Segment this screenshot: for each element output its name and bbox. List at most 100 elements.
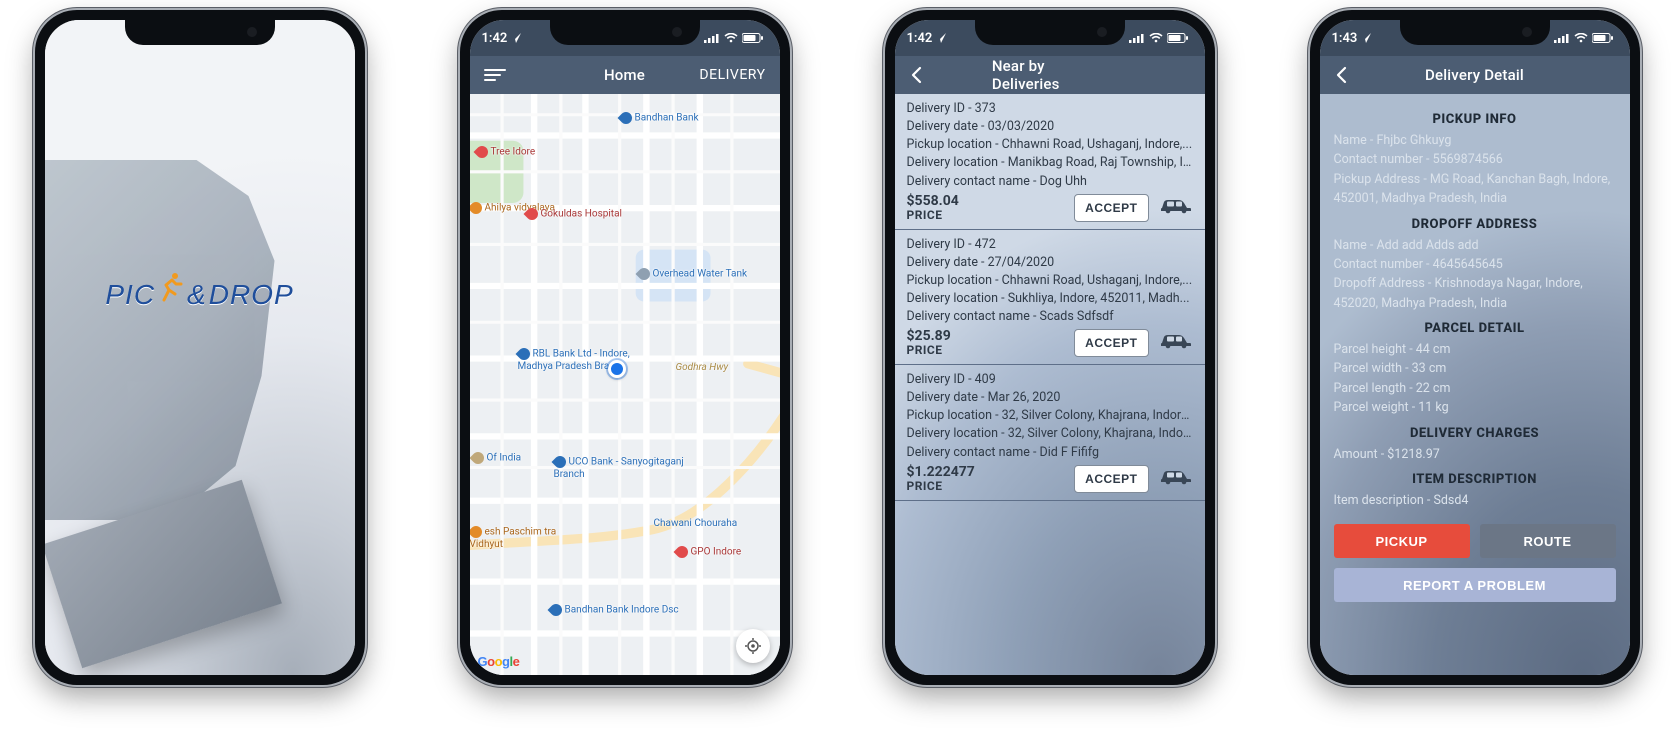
google-logo: Google [478, 654, 520, 669]
phone-deliveries: 1:42 [885, 10, 1215, 685]
accept-button[interactable]: ACCEPT [1074, 194, 1148, 222]
lbl: Delivery ID [907, 101, 965, 116]
accept-button[interactable]: ACCEPT [1074, 465, 1148, 493]
price-value: $558.04 [907, 193, 1065, 209]
battery-icon [1592, 33, 1614, 43]
logo-pic: PIC [105, 279, 155, 311]
map-poi[interactable]: Bandhan Bank Indore Dsc [550, 604, 679, 617]
status-time: 1:42 [482, 31, 508, 46]
lbl: Pickup location [907, 408, 993, 423]
car-icon [1159, 331, 1193, 355]
map-road-label: Godhra Hwy [676, 362, 729, 374]
back-button[interactable] [1334, 66, 1348, 84]
pickup-name: Name - Fhjbc Ghkuyg [1334, 131, 1616, 150]
lbl: Delivery ID [907, 372, 965, 387]
delivery-card[interactable]: Delivery ID - 409 Delivery date - Mar 26… [895, 365, 1205, 501]
price-value: $1.222477 [907, 464, 1065, 480]
item-description: Item description - Sdsd4 [1334, 491, 1616, 510]
app-header: Delivery Detail [1320, 56, 1630, 94]
map-poi[interactable]: GPO Indore [676, 546, 742, 559]
val: Sukhliya, Indore, 452011, Madh... [1008, 291, 1190, 306]
accept-button[interactable]: ACCEPT [1074, 329, 1148, 357]
pickup-address: Pickup Address - MG Road, Kanchan Bagh, … [1334, 170, 1616, 209]
notch [1400, 20, 1550, 45]
map-poi[interactable]: Chawani Chouraha [654, 518, 738, 530]
status-time: 1:43 [1332, 31, 1358, 46]
report-problem-button[interactable]: REPORT A PROBLEM [1334, 568, 1616, 602]
wifi-icon [1149, 33, 1163, 43]
cellular-icon [1129, 33, 1145, 43]
val: 373 [975, 101, 996, 116]
page-title: Delivery Detail [1425, 66, 1524, 84]
app-logo: PIC & DROP [45, 279, 355, 311]
runner-icon [157, 272, 185, 302]
battery-icon [1167, 33, 1189, 43]
page-title: Near by Deliveries [992, 57, 1107, 93]
back-button[interactable] [909, 66, 923, 84]
lbl: Delivery location [907, 426, 999, 441]
lbl: Delivery date [907, 119, 978, 134]
lbl: Delivery location [907, 291, 999, 306]
app-header: Near by Deliveries [895, 56, 1205, 94]
val: Chhawni Road, Ushaganj, Indore,... [1002, 273, 1192, 288]
dropoff-address: Dropoff Address - Krishnodaya Nagar, Ind… [1334, 274, 1616, 313]
map-poi[interactable]: Of India [472, 452, 522, 465]
map-poi[interactable]: UCO Bank - Sanyogitaganj Branch [554, 456, 694, 481]
section-heading-charges: DELIVERY CHARGES [1334, 426, 1616, 441]
lbl: Delivery date [907, 255, 978, 270]
val: Manikbag Road, Raj Township, In... [1008, 155, 1193, 170]
recenter-button[interactable] [736, 629, 770, 663]
detail-scroll[interactable]: PICKUP INFO Name - Fhjbc Ghkuyg Contact … [1320, 94, 1630, 675]
logo-drop: DROP [209, 279, 294, 311]
cellular-icon [704, 33, 720, 43]
map-view[interactable]: Tree Idore Ahilya vidyalaya Bandhan Bank… [470, 94, 780, 675]
delivery-card[interactable]: Delivery ID - 373 Delivery date - 03/03/… [895, 94, 1205, 230]
page-title: Home [604, 66, 645, 84]
cellular-icon [1554, 33, 1570, 43]
charge-amount: Amount - $1218.97 [1334, 445, 1616, 464]
status-time: 1:42 [907, 31, 933, 46]
val: 32, Silver Colony, Khajrana, Indor... [1008, 426, 1193, 441]
role-label[interactable]: DELIVERY [676, 67, 766, 83]
stage: PIC & DROP 1:42 [0, 0, 1674, 741]
map-poi[interactable]: esh Paschim tra Vidhyut [470, 526, 560, 551]
parcel-weight: Parcel weight - 11 kg [1334, 398, 1616, 417]
battery-icon [742, 33, 764, 43]
map-poi[interactable]: RBL Bank Ltd - Indore, Madhya Pradesh Br… [518, 348, 648, 373]
route-button[interactable]: ROUTE [1480, 524, 1616, 558]
map-poi[interactable]: Overhead Water Tank [638, 268, 748, 281]
location-services-icon [511, 33, 521, 43]
price-label: PRICE [907, 480, 1065, 494]
lbl: Delivery contact name [907, 445, 1030, 460]
val: 472 [975, 237, 996, 252]
lbl: Delivery location [907, 155, 999, 170]
lbl: Delivery contact name [907, 174, 1030, 189]
map-poi[interactable]: Gokuldas Hospital [526, 208, 622, 221]
section-heading-parcel: PARCEL DETAIL [1334, 321, 1616, 336]
dropoff-name: Name - Add add Adds add [1334, 236, 1616, 255]
val: 32, Silver Colony, Khajrana, Indore... [1002, 408, 1193, 423]
map-poi[interactable]: Bandhan Bank [620, 112, 699, 125]
app-header: Home DELIVERY [470, 56, 780, 94]
val: 03/03/2020 [988, 119, 1055, 134]
lbl: Delivery ID [907, 237, 965, 252]
map-poi[interactable]: Tree Idore [476, 146, 536, 159]
delivery-card[interactable]: Delivery ID - 472 Delivery date - 27/04/… [895, 230, 1205, 366]
val: Chhawni Road, Ushaganj, Indore,... [1002, 137, 1192, 152]
delivery-list[interactable]: Delivery ID - 373 Delivery date - 03/03/… [895, 94, 1205, 675]
val: Mar 26, 2020 [988, 390, 1061, 405]
lbl: Pickup location [907, 273, 993, 288]
val: 27/04/2020 [988, 255, 1055, 270]
lbl: Delivery date [907, 390, 978, 405]
price-label: PRICE [907, 209, 1065, 223]
lbl: Delivery contact name [907, 309, 1030, 324]
price-label: PRICE [907, 344, 1065, 358]
menu-icon[interactable] [484, 66, 506, 84]
notch [125, 20, 275, 45]
val: Dog Uhh [1040, 174, 1087, 189]
val: 409 [975, 372, 996, 387]
location-services-icon [936, 33, 946, 43]
parcel-height: Parcel height - 44 cm [1334, 340, 1616, 359]
pickup-button[interactable]: PICKUP [1334, 524, 1470, 558]
parcel-length: Parcel length - 22 cm [1334, 379, 1616, 398]
